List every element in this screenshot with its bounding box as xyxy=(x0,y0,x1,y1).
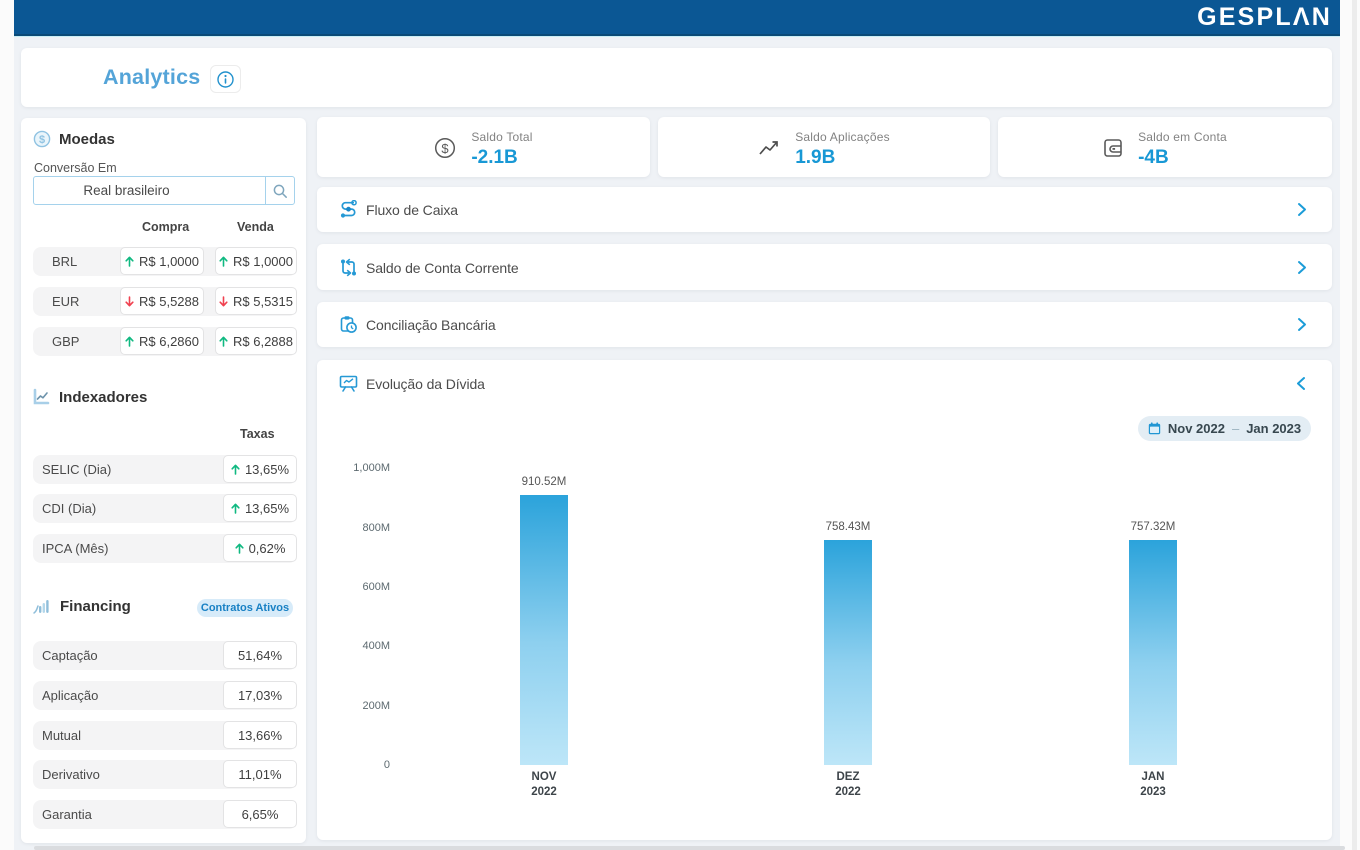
svg-text:$: $ xyxy=(39,134,45,146)
svg-text:$: $ xyxy=(442,141,450,156)
